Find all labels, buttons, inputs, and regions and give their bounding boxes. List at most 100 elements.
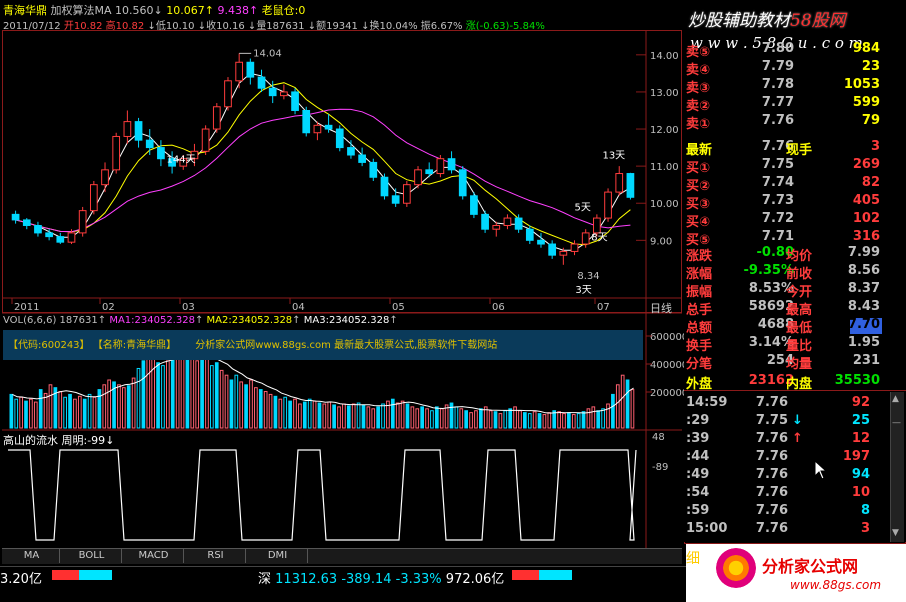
ask-row[interactable]: 卖⑤ 7.80 984 [684, 40, 906, 60]
tick-row[interactable]: 15:00 7.76 3 [684, 520, 906, 538]
tick-row[interactable]: :59 7.76 8 [684, 502, 906, 520]
candle-body [358, 154, 366, 163]
last-price-row[interactable]: 最新 7.76 现手 3 [684, 138, 906, 158]
tab-ma[interactable]: MA [4, 549, 60, 563]
volume-bar [48, 384, 53, 429]
banner-text[interactable]: 分析家公式网www.88gs.com 最新最大股票公式,股票软件下载网站 [195, 340, 497, 351]
candle-body [235, 61, 244, 82]
volume-bar [244, 384, 248, 429]
quote-cell: 231 [852, 353, 880, 368]
candle-body [514, 217, 523, 230]
date-tick-label: 07 [597, 302, 610, 313]
candle-body [123, 121, 132, 137]
tab-macd[interactable]: MACD [124, 549, 184, 563]
candle-body [447, 158, 456, 171]
stock-terminal: 青海华鼎 加权算法MA 10.560↓ 10.067↑ 9.438↑ 老鼠仓:0… [0, 0, 906, 602]
bid-row[interactable]: 买② 7.74 82 [684, 174, 906, 194]
high-label: 14.04 [253, 48, 282, 59]
volume-bar [146, 355, 151, 429]
indicator-tick-label: -89 [652, 462, 668, 473]
quote-cell: 197 [842, 449, 870, 464]
flower-logo-icon [716, 548, 756, 588]
volume-bar [611, 393, 615, 429]
candle-body [246, 61, 255, 78]
tick-row[interactable]: :49 7.76 94 [684, 466, 906, 484]
scrollbar[interactable] [890, 392, 904, 542]
days-8-label: 8天 [591, 232, 607, 243]
volume-bar [38, 389, 43, 429]
quote-panel: 卖⑤ 7.80 984 卖④ 7.79 23 卖③ 7.78 1053 卖② 7.77 599 卖① 7.… [684, 41, 906, 542]
tick-row[interactable]: 14:59 7.76 92 [684, 394, 906, 412]
tab-boll[interactable]: BOLL [62, 549, 122, 563]
indicator-param: 周明:-99 [61, 434, 106, 447]
tick-row[interactable]: :39 7.76 ↑ 12 [684, 430, 906, 448]
quote-cell: 7.76 [755, 431, 788, 446]
volume-bar [381, 403, 385, 429]
stat-row[interactable]: 分笔 254 均量 231 [684, 352, 906, 372]
volume-bar [430, 410, 434, 429]
stat-row[interactable]: 总手 58692 最高 8.43 [684, 298, 906, 318]
ask-row[interactable]: 卖③ 7.78 1053 [684, 76, 906, 96]
quote-cell: 10 [851, 485, 870, 500]
scroll-up-arrow[interactable]: ▲ [892, 394, 899, 404]
candle-body [302, 109, 311, 134]
candle-body [391, 195, 400, 204]
candle-body [78, 210, 87, 234]
volume-bar [434, 406, 439, 429]
volume-header: VOL(6,6,6) 187631↑ MA1:234052.328↑ MA2:2… [3, 315, 398, 326]
volume-bar [24, 400, 28, 429]
stat-row[interactable]: 振幅 8.53% 今开 8.37 [684, 280, 906, 300]
quote-cell: :59 [686, 503, 710, 518]
footer-left-char: 细 [686, 551, 700, 567]
tab-dmi[interactable]: DMI [248, 549, 308, 563]
candle-body [45, 232, 53, 238]
quote-cell: 分笔 [686, 357, 713, 372]
bid-row[interactable]: 买③ 7.73 405 [684, 192, 906, 212]
volume-bar [547, 412, 552, 429]
ask-row[interactable]: 卖② 7.77 599 [684, 94, 906, 114]
quote-cell: 7.76 [755, 449, 788, 464]
bid-row[interactable]: 买① 7.75 269 [684, 156, 906, 176]
volume-bar [58, 391, 63, 429]
tab-rsi[interactable]: RSI [186, 549, 246, 563]
tick-row[interactable]: :54 7.76 10 [684, 484, 906, 502]
bid-row[interactable]: 买④ 7.72 102 [684, 210, 906, 230]
scroll-down-arrow[interactable]: ▼ [892, 528, 899, 538]
volume-bar [503, 410, 508, 429]
outer-inner-row[interactable]: 外盘 23162 内盘 35530 [684, 372, 906, 392]
volume-bar [571, 414, 576, 429]
date-tick-label: 04 [292, 302, 305, 313]
price-tick-label: 14.00 [650, 51, 679, 62]
tick-row[interactable]: :29 7.75 ↓ 25 [684, 412, 906, 430]
ask-row[interactable]: 卖④ 7.79 23 [684, 58, 906, 78]
volume-bar [410, 406, 415, 429]
volume-bar [214, 362, 219, 429]
quote-cell: 1.95 [847, 335, 880, 350]
index-line[interactable]: 深 11312.63 -389.14 -3.33% 972.06亿 [258, 568, 504, 587]
candle-body [593, 217, 601, 234]
mouse-cursor-icon [814, 460, 828, 480]
period-label[interactable]: 日线 [650, 300, 672, 316]
vol-ma2: MA2:234052.328 [206, 315, 293, 326]
candle-body [212, 106, 221, 130]
volume-bar [249, 379, 253, 429]
volume-bar [537, 413, 542, 429]
stat-row[interactable]: 涨跌 -0.80 均价 7.99 [684, 244, 906, 264]
candle-body [537, 239, 545, 245]
quote-cell: 7.79 [761, 59, 794, 74]
stock-name-banner: 【名称:青海华鼎】 [92, 340, 177, 351]
candle-body [380, 176, 389, 197]
volume-bar [302, 401, 307, 429]
volume-bar [161, 365, 165, 429]
volume-bar [117, 384, 121, 429]
volume-bar [596, 410, 601, 429]
stat-row[interactable]: 换手 3.14% 量比 1.95 [684, 334, 906, 354]
volume-bar [464, 410, 469, 429]
ask-row[interactable]: 卖① 7.76 79 [684, 112, 906, 132]
lower-header: 高山的流水 周明:-99↓ [3, 432, 114, 448]
stat-row[interactable]: 涨幅 -9.35% 前收 8.56 [684, 262, 906, 282]
tick-row[interactable]: :44 7.76 197 [684, 448, 906, 466]
volume-bar [439, 408, 444, 429]
stat-row[interactable]: 总额 4688 最低 7.70 [684, 316, 906, 336]
quote-cell: 7.73 [761, 193, 794, 208]
